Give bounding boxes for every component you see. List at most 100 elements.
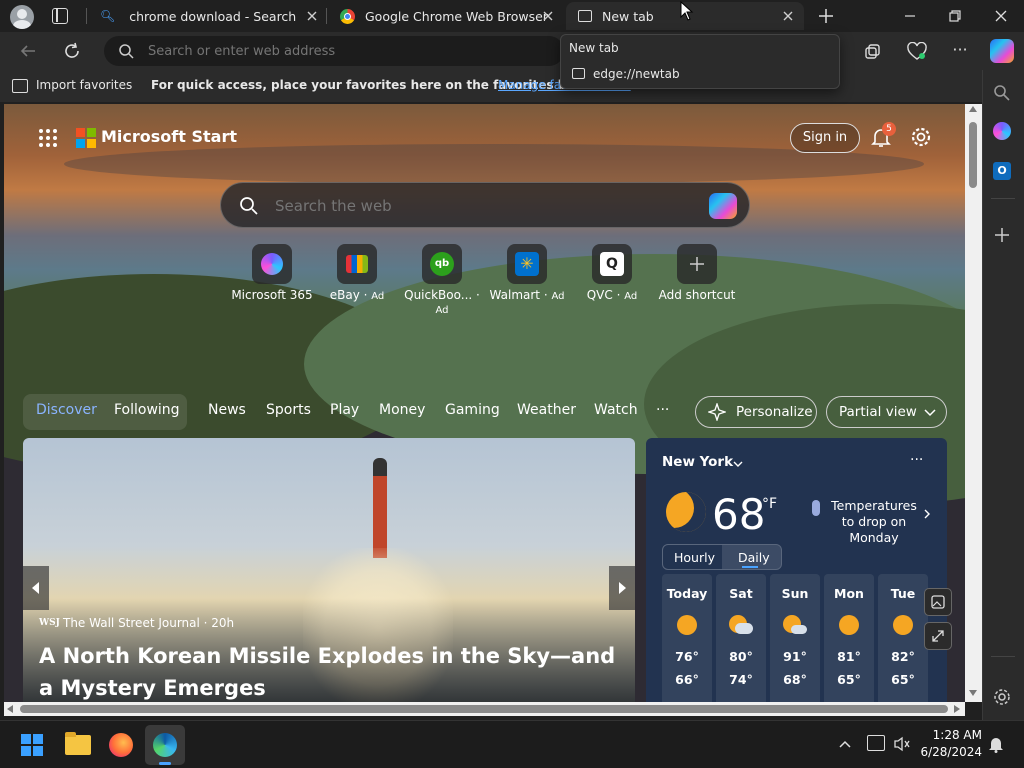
expand-icon[interactable] <box>924 622 952 650</box>
bing-search-icon: 🔍︎ <box>100 9 116 23</box>
nav-news[interactable]: News <box>208 402 246 418</box>
tab-title: New tab <box>602 8 654 24</box>
chevron-down-icon[interactable] <box>732 458 744 470</box>
previous-story-button[interactable] <box>23 566 49 610</box>
tab-hourly[interactable]: Hourly <box>674 550 715 565</box>
close-tab-icon[interactable] <box>780 8 796 24</box>
tab-discover[interactable]: Discover <box>36 402 97 418</box>
shortcut-qvc[interactable]: Q QVC · Ad <box>569 244 655 302</box>
tab-hover-tooltip: New tab edge://newtab <box>560 34 840 89</box>
nav-play[interactable]: Play <box>330 402 359 418</box>
tab-daily[interactable]: Daily <box>738 550 770 565</box>
import-favorites-icon <box>12 79 28 93</box>
restore-button[interactable] <box>945 6 965 26</box>
minimize-button[interactable] <box>900 6 920 26</box>
top-story-card[interactable]: WSJ The Wall Street Journal · 20h A Nort… <box>23 438 635 702</box>
tab-chrome-download-search[interactable]: 🔍︎ chrome download - Search <box>88 2 328 30</box>
tab-google-chrome[interactable]: Google Chrome Web Browser <box>328 2 564 30</box>
extensions-icon[interactable] <box>862 42 882 62</box>
add-shortcut-button[interactable]: Add shortcut <box>654 244 740 302</box>
profile-avatar[interactable] <box>10 5 34 29</box>
shortcut-ebay[interactable]: eBay · Ad <box>314 244 400 302</box>
copilot-sidebar-icon[interactable] <box>993 122 1011 140</box>
clock-time[interactable]: 1:28 AM <box>930 728 982 742</box>
import-favorites-link[interactable]: Import favorites <box>36 78 132 92</box>
day-high: 76° <box>675 649 699 664</box>
search-icon[interactable] <box>993 84 1011 102</box>
new-tab-button[interactable] <box>816 6 836 26</box>
search-icon <box>118 43 134 59</box>
web-search-box[interactable] <box>220 182 750 228</box>
firefox-icon[interactable] <box>109 733 133 757</box>
close-tab-icon[interactable] <box>304 8 320 24</box>
thermometer-icon <box>812 500 820 516</box>
settings-more-icon[interactable]: ··· <box>950 42 970 62</box>
chevron-right-icon[interactable] <box>922 508 932 520</box>
volume-muted-icon[interactable] <box>893 736 911 752</box>
add-sidebar-app-icon[interactable] <box>993 226 1011 244</box>
nav-weather[interactable]: Weather <box>517 402 576 418</box>
search-icon <box>239 196 259 216</box>
nav-money[interactable]: Money <box>379 402 425 418</box>
tab-following[interactable]: Following <box>114 402 180 418</box>
copilot-icon[interactable] <box>709 193 737 219</box>
forecast-day-today[interactable]: Today 76° 66° <box>662 574 712 702</box>
address-input[interactable] <box>148 41 548 61</box>
forecast-day-sun[interactable]: Sun 91° 68° <box>770 574 820 702</box>
web-search-input[interactable] <box>275 195 675 217</box>
day-low: 74° <box>729 672 753 687</box>
edge-taskbar-button[interactable] <box>145 725 185 765</box>
copilot-icon[interactable] <box>990 39 1014 63</box>
weather-more-icon[interactable]: ··· <box>910 452 923 468</box>
nav-watch[interactable]: Watch <box>594 402 638 418</box>
horizontal-scrollbar[interactable] <box>4 702 965 716</box>
clock-date[interactable]: 6/28/2024 <box>916 745 982 759</box>
close-tab-icon[interactable] <box>540 8 556 24</box>
shortcut-label: Walmart <box>489 288 540 302</box>
scroll-down-arrow[interactable] <box>969 690 977 696</box>
current-temperature: 68 <box>712 490 766 539</box>
show-hidden-icons-chevron-icon[interactable] <box>838 737 852 751</box>
address-bar[interactable] <box>104 36 564 66</box>
personalize-button[interactable]: Personalize <box>695 396 817 428</box>
shortcut-label: QVC <box>586 288 613 302</box>
nav-more-button[interactable]: ··· <box>656 402 669 418</box>
network-icon[interactable] <box>867 735 885 751</box>
close-window-button[interactable] <box>991 6 1011 26</box>
weather-city[interactable]: New York <box>662 454 733 470</box>
microsoft-logo-icon <box>76 128 96 148</box>
view-mode-label: Partial view <box>839 404 917 420</box>
nav-gaming[interactable]: Gaming <box>445 402 500 418</box>
refresh-button[interactable] <box>62 41 82 61</box>
app-launcher-icon[interactable] <box>38 128 58 148</box>
story-headline[interactable]: A North Korean Missile Explodes in the S… <box>39 640 619 702</box>
vertical-scroll-thumb[interactable] <box>969 122 977 188</box>
forecast-day-sat[interactable]: Sat 80° 74° <box>716 574 766 702</box>
shortcut-walmart[interactable]: ✳ Walmart · Ad <box>484 244 570 302</box>
next-story-button[interactable] <box>609 566 635 610</box>
vertical-scrollbar[interactable] <box>965 104 982 702</box>
weather-note[interactable]: Temperatures to drop on Monday <box>824 498 924 546</box>
ad-label: Ad <box>371 291 385 302</box>
view-mode-dropdown[interactable]: Partial view <box>826 396 947 428</box>
sidebar-settings-icon[interactable] <box>993 688 1011 706</box>
scroll-up-arrow[interactable] <box>969 106 977 112</box>
nav-sports[interactable]: Sports <box>266 402 311 418</box>
horizontal-scroll-thumb[interactable] <box>20 705 948 713</box>
sign-in-button[interactable]: Sign in <box>790 123 860 153</box>
windows-start-icon[interactable] <box>21 734 43 756</box>
forecast-day-tue[interactable]: Tue 82° 65° <box>878 574 928 702</box>
scroll-right-arrow[interactable] <box>954 705 960 713</box>
back-button[interactable] <box>18 41 38 61</box>
notification-center-bell-icon[interactable] <box>987 735 1005 753</box>
feedback-image-icon[interactable] <box>924 588 952 616</box>
page-settings-gear-icon[interactable] <box>910 126 932 148</box>
tab-actions-icon[interactable] <box>52 8 68 24</box>
browser-essentials-icon[interactable] <box>906 42 928 62</box>
scroll-left-arrow[interactable] <box>7 705 13 713</box>
outlook-icon[interactable]: O <box>993 162 1011 180</box>
shortcut-microsoft-365[interactable]: Microsoft 365 <box>229 244 315 302</box>
forecast-day-mon[interactable]: Mon 81° 65° <box>824 574 874 702</box>
file-explorer-icon[interactable] <box>65 732 91 755</box>
shortcut-quickbooks[interactable]: qb QuickBoo... · Ad <box>399 244 485 316</box>
